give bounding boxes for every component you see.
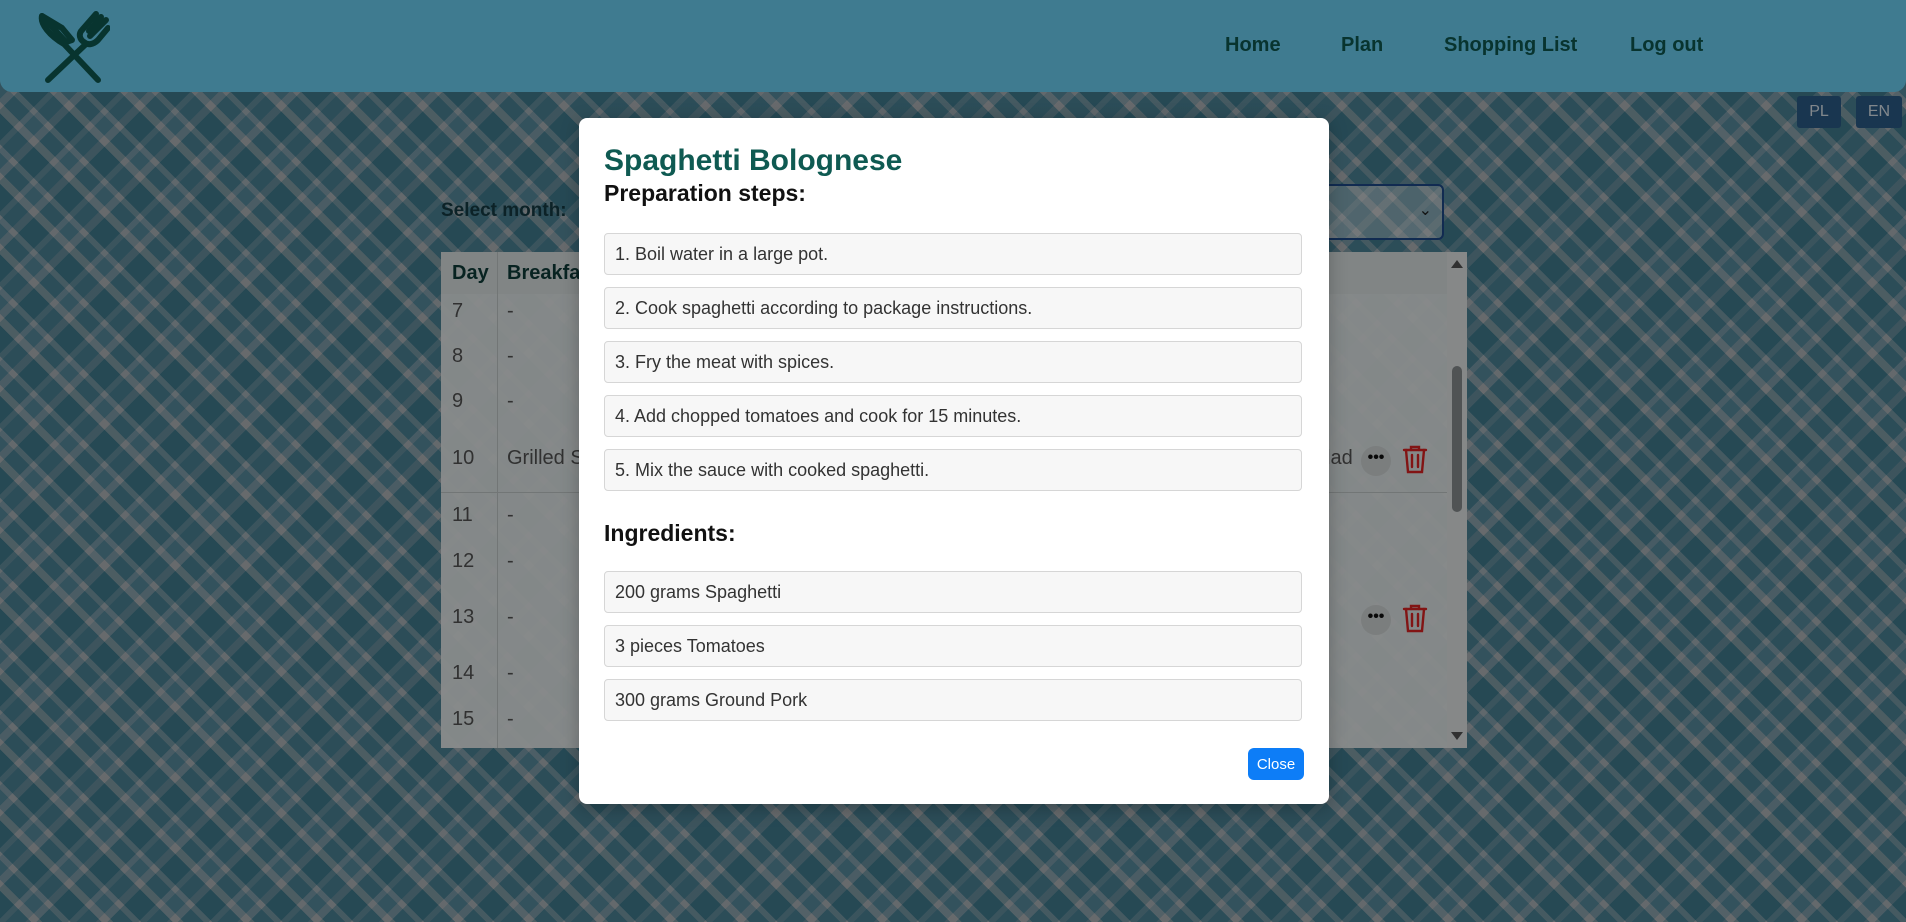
ingredient-item: 3 pieces Tomatoes xyxy=(604,625,1302,667)
ingredient-item: 200 grams Spaghetti xyxy=(604,571,1302,613)
ingredients-heading: Ingredients: xyxy=(604,520,736,546)
preparation-step: 5. Mix the sauce with cooked spaghetti. xyxy=(604,449,1302,491)
preparation-steps-heading: Preparation steps: xyxy=(604,180,806,206)
recipe-modal: Spaghetti Bolognese Preparation steps: 1… xyxy=(579,118,1329,804)
preparation-step: 3. Fry the meat with spices. xyxy=(604,341,1302,383)
ingredient-item: 300 grams Ground Pork xyxy=(604,679,1302,721)
close-button[interactable]: Close xyxy=(1248,748,1304,780)
recipe-title: Spaghetti Bolognese xyxy=(604,144,903,177)
preparation-step: 4. Add chopped tomatoes and cook for 15 … xyxy=(604,395,1302,437)
preparation-step: 2. Cook spaghetti according to package i… xyxy=(604,287,1302,329)
preparation-step: 1. Boil water in a large pot. xyxy=(604,233,1302,275)
